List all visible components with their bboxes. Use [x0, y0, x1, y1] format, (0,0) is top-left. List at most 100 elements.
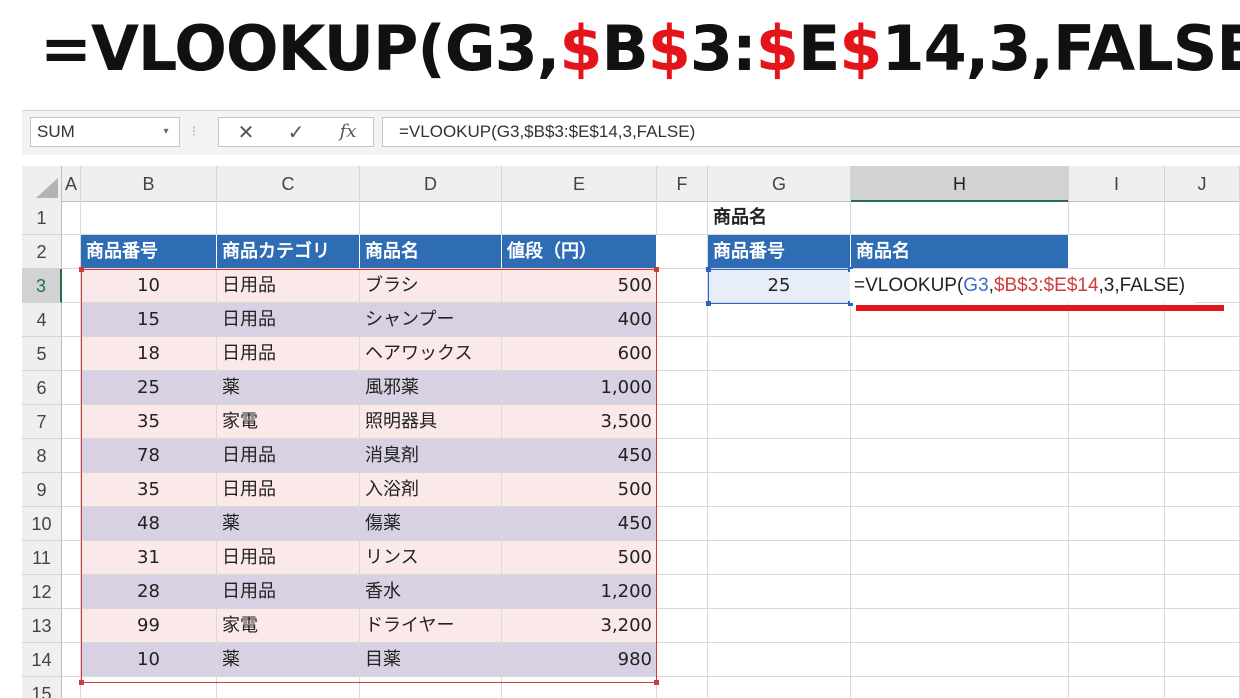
cell-g7[interactable]	[708, 405, 851, 439]
spreadsheet-grid[interactable]: A B C D E F G H I J 1 2 3 4 5 6 7 8 9 10…	[22, 166, 1240, 698]
row-header-9[interactable]: 9	[22, 473, 62, 507]
cell-e1[interactable]	[502, 201, 657, 235]
cell-a11[interactable]	[62, 541, 81, 575]
row-header-6[interactable]: 6	[22, 371, 62, 405]
cell-h2[interactable]: 商品名	[851, 235, 1069, 269]
cell-b11[interactable]: 31	[81, 541, 217, 575]
column-header-f[interactable]: F	[657, 166, 708, 202]
cell-f5[interactable]	[657, 337, 708, 371]
row-header-13[interactable]: 13	[22, 609, 62, 643]
cell-f15[interactable]	[657, 677, 708, 698]
cell-c10[interactable]: 薬	[217, 507, 360, 541]
cell-b14[interactable]: 10	[81, 643, 217, 677]
cell-j13[interactable]	[1165, 609, 1240, 643]
cell-d12[interactable]: 香水	[360, 575, 502, 609]
cell-j7[interactable]	[1165, 405, 1240, 439]
cell-d8[interactable]: 消臭剤	[360, 439, 502, 473]
cell-h6[interactable]	[851, 371, 1069, 405]
cell-a9[interactable]	[62, 473, 81, 507]
row-header-11[interactable]: 11	[22, 541, 62, 575]
cell-h5[interactable]	[851, 337, 1069, 371]
cell-a5[interactable]	[62, 337, 81, 371]
cell-f6[interactable]	[657, 371, 708, 405]
cell-j9[interactable]	[1165, 473, 1240, 507]
cell-f7[interactable]	[657, 405, 708, 439]
row-header-10[interactable]: 10	[22, 507, 62, 541]
row-header-14[interactable]: 14	[22, 643, 62, 677]
cell-g11[interactable]	[708, 541, 851, 575]
cell-b13[interactable]: 99	[81, 609, 217, 643]
cell-g3[interactable]: 25	[708, 269, 851, 303]
row-header-15[interactable]: 15	[22, 677, 62, 698]
row-header-7[interactable]: 7	[22, 405, 62, 439]
cell-g1[interactable]: 商品名	[708, 201, 851, 235]
cell-g10[interactable]	[708, 507, 851, 541]
cell-i1[interactable]	[1069, 201, 1165, 235]
cell-c2[interactable]: 商品カテゴリ	[217, 235, 360, 269]
cell-a12[interactable]	[62, 575, 81, 609]
cell-f9[interactable]	[657, 473, 708, 507]
cell-i7[interactable]	[1069, 405, 1165, 439]
cell-b1[interactable]	[81, 201, 217, 235]
row-header-5[interactable]: 5	[22, 337, 62, 371]
cell-g8[interactable]	[708, 439, 851, 473]
cell-j8[interactable]	[1165, 439, 1240, 473]
cell-a15[interactable]	[62, 677, 81, 698]
cell-c15[interactable]	[217, 677, 360, 698]
cell-d2[interactable]: 商品名	[360, 235, 502, 269]
cell-g4[interactable]	[708, 303, 851, 337]
cell-e3[interactable]: 500	[502, 269, 657, 303]
row-header-2[interactable]: 2	[22, 235, 62, 269]
cell-e15[interactable]	[502, 677, 657, 698]
cell-b8[interactable]: 78	[81, 439, 217, 473]
cell-f14[interactable]	[657, 643, 708, 677]
cell-c11[interactable]: 日用品	[217, 541, 360, 575]
cell-c4[interactable]: 日用品	[217, 303, 360, 337]
cell-c3[interactable]: 日用品	[217, 269, 360, 303]
cell-b15[interactable]	[81, 677, 217, 698]
cell-j14[interactable]	[1165, 643, 1240, 677]
cell-g2[interactable]: 商品番号	[708, 235, 851, 269]
cell-j12[interactable]	[1165, 575, 1240, 609]
cell-b9[interactable]: 35	[81, 473, 217, 507]
cell-d6[interactable]: 風邪薬	[360, 371, 502, 405]
cell-e5[interactable]: 600	[502, 337, 657, 371]
cell-i2[interactable]	[1069, 235, 1165, 269]
cell-f13[interactable]	[657, 609, 708, 643]
cell-h13[interactable]	[851, 609, 1069, 643]
cell-c1[interactable]	[217, 201, 360, 235]
column-header-h[interactable]: H	[851, 166, 1069, 202]
cell-i13[interactable]	[1069, 609, 1165, 643]
cell-i5[interactable]	[1069, 337, 1165, 371]
cell-b4[interactable]: 15	[81, 303, 217, 337]
cell-f11[interactable]	[657, 541, 708, 575]
cell-h14[interactable]	[851, 643, 1069, 677]
enter-icon[interactable]: ✓	[279, 118, 313, 146]
cell-c9[interactable]: 日用品	[217, 473, 360, 507]
cell-f12[interactable]	[657, 575, 708, 609]
cell-d9[interactable]: 入浴剤	[360, 473, 502, 507]
cell-d3[interactable]: ブラシ	[360, 269, 502, 303]
cell-j1[interactable]	[1165, 201, 1240, 235]
column-header-b[interactable]: B	[81, 166, 217, 202]
cell-b3[interactable]: 10	[81, 269, 217, 303]
cell-e9[interactable]: 500	[502, 473, 657, 507]
cell-f4[interactable]	[657, 303, 708, 337]
cell-g13[interactable]	[708, 609, 851, 643]
cell-i6[interactable]	[1069, 371, 1165, 405]
cell-f3[interactable]	[657, 269, 708, 303]
cell-g14[interactable]	[708, 643, 851, 677]
cell-i12[interactable]	[1069, 575, 1165, 609]
cell-c5[interactable]: 日用品	[217, 337, 360, 371]
insert-function-icon[interactable]: fx	[331, 118, 365, 146]
cell-d11[interactable]: リンス	[360, 541, 502, 575]
cell-h15[interactable]	[851, 677, 1069, 698]
cell-a3[interactable]	[62, 269, 81, 303]
cell-f8[interactable]	[657, 439, 708, 473]
cell-h9[interactable]	[851, 473, 1069, 507]
cell-b12[interactable]: 28	[81, 575, 217, 609]
cancel-icon[interactable]: ✕	[229, 118, 263, 146]
cell-c8[interactable]: 日用品	[217, 439, 360, 473]
cell-a1[interactable]	[62, 201, 81, 235]
cell-b2[interactable]: 商品番号	[81, 235, 217, 269]
